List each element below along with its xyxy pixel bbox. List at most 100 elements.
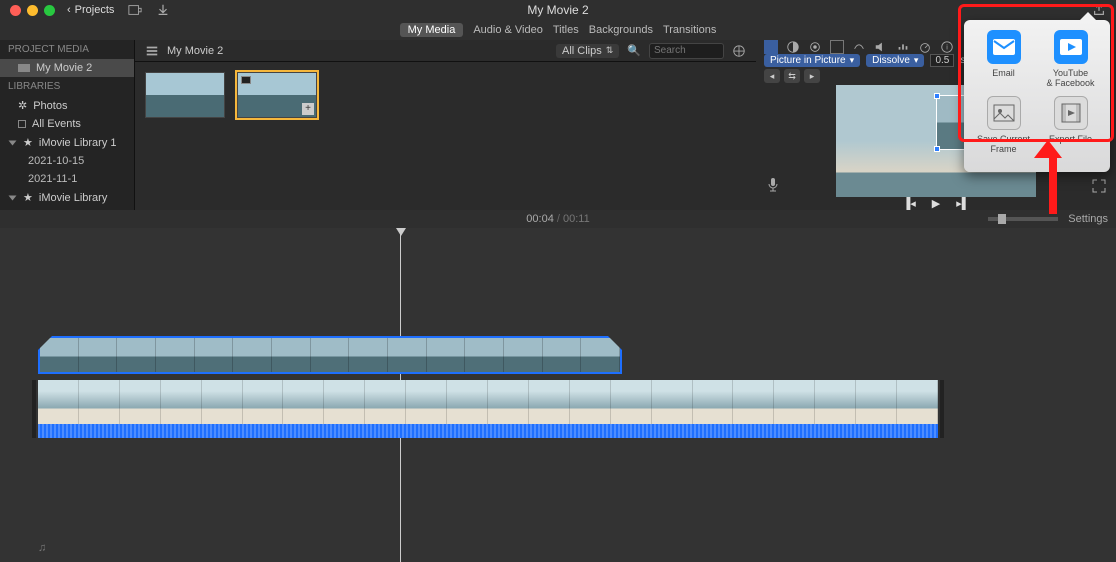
zoom-handle[interactable] [998,214,1006,224]
next-button[interactable]: ▸▌ [956,197,969,210]
timecode-display: 00:04 / 00:11 [526,213,589,225]
sidebar-event-item[interactable]: 2021-10-15 [0,152,134,170]
youtube-icon [1054,30,1088,64]
save-frame-icon [987,96,1021,130]
sidebar-item-photos[interactable]: ✲ Photos [0,96,134,115]
events-icon [18,120,26,128]
list-view-icon[interactable] [145,44,159,58]
timeline[interactable]: ♫ [0,228,1116,562]
export-file-icon [1054,96,1088,130]
sidebar-item-all-events[interactable]: All Events [0,115,134,133]
share-item-label: YouTube [1040,68,1102,78]
transition-dropdown[interactable]: Dissolve▾ [866,54,924,67]
crop-button[interactable] [830,40,844,54]
overlay-tool-button[interactable] [764,40,778,54]
search-icon: 🔍 [627,44,641,57]
minimize-window-button[interactable] [27,5,38,16]
volume-button[interactable] [874,40,888,54]
resize-handle[interactable] [934,146,940,152]
close-window-button[interactable] [10,5,21,16]
settings-button[interactable]: Settings [1068,213,1108,225]
sidebar-event-item[interactable]: 2021-11-1 [0,170,134,188]
tab-transitions[interactable]: Transitions [663,24,716,36]
play-button[interactable]: ▶ [932,197,940,210]
noise-reduce-button[interactable] [896,40,910,54]
main-clip[interactable] [38,380,938,438]
media-tabs: My Media Audio & Video Titles Background… [0,20,1116,40]
download-button[interactable] [156,3,170,17]
sidebar: PROJECT MEDIA My Movie 2 LIBRARIES ✲ Pho… [0,40,135,210]
sidebar-item-label: iMovie Library [39,192,107,204]
clip-appearance-button[interactable] [732,44,746,58]
search-input[interactable] [649,43,724,59]
tab-audio-video[interactable]: Audio & Video [473,24,543,36]
sidebar-heading-libraries: LIBRARIES [0,77,134,96]
timeline-header: 00:04 / 00:11 Settings [0,210,1116,228]
share-item-label: Export File [1040,134,1102,144]
pip-clip[interactable] [38,336,622,374]
sidebar-item-label: My Movie 2 [36,62,92,74]
prev-button[interactable]: ▐◂ [902,197,915,210]
duration-field[interactable]: 0.5 [930,54,954,67]
maximize-window-button[interactable] [44,5,55,16]
share-popover: Email YouTube & Facebook Save Current Fr… [964,20,1110,172]
expand-icon [1092,179,1106,193]
music-track-icon: ♫ [38,542,46,554]
projects-back-button[interactable]: ‹ Projects [67,4,114,16]
tab-backgrounds[interactable]: Backgrounds [589,24,653,36]
disclosure-triangle-icon[interactable] [9,140,17,145]
pip-swap-button[interactable]: ⇆ [784,69,800,83]
sidebar-item-label: 2021-10-15 [28,155,84,167]
photos-icon: ✲ [18,99,27,112]
star-icon: ★ [23,191,33,204]
clapper-icon [18,64,30,72]
sidebar-item-project[interactable]: My Movie 2 [0,59,134,77]
window-title: My Movie 2 [527,3,588,17]
projects-label: Projects [75,4,115,16]
sidebar-item-library-1[interactable]: ★ iMovie Library 1 [0,133,134,152]
clip-filter-dropdown[interactable]: All Clips ⇅ [556,44,619,58]
media-clip-thumbnail[interactable]: + [237,72,317,118]
star-icon: ★ [23,136,33,149]
pip-left-button[interactable]: ◂ [764,69,780,83]
media-thumbnails: + [135,62,756,128]
title-bar: ‹ Projects My Movie 2 [0,0,1116,20]
stabilize-button[interactable] [852,40,866,54]
share-item-label: Save Current Frame [973,134,1035,154]
mic-icon [766,177,780,193]
media-clip-thumbnail[interactable] [145,72,225,118]
sidebar-item-library-2[interactable]: ★ iMovie Library [0,188,134,207]
chevron-down-icon: ▾ [850,55,855,66]
voiceover-button[interactable] [766,177,780,193]
tab-titles[interactable]: Titles [553,24,579,36]
browser-toolbar: My Movie 2 All Clips ⇅ 🔍 [135,40,756,62]
color-balance-button[interactable] [786,40,800,54]
overlay-mode-label: Picture in Picture [770,55,846,66]
audio-waveform[interactable] [38,424,938,438]
clip-trim-handle[interactable] [940,380,944,438]
speed-button[interactable] [918,40,932,54]
email-icon [987,30,1021,64]
camera-icon [241,76,251,84]
import-media-button[interactable] [128,3,142,17]
share-save-frame-button[interactable]: Save Current Frame [973,96,1035,154]
transition-label: Dissolve [872,55,910,66]
fullscreen-button[interactable] [1092,179,1106,193]
color-correct-button[interactable] [808,40,822,54]
sidebar-item-label: Photos [33,100,67,112]
overlay-mode-dropdown[interactable]: Picture in Picture ▾ [764,54,860,67]
share-item-sublabel: & Facebook [1040,78,1102,88]
transport-controls: ▐◂ ▶ ▸▌ [756,197,1116,210]
clip-trim-handle[interactable] [32,380,36,438]
resize-handle[interactable] [934,93,940,99]
share-youtube-facebook-button[interactable]: YouTube & Facebook [1040,30,1102,88]
disclosure-triangle-icon[interactable] [9,195,17,200]
tab-my-media[interactable]: My Media [400,23,464,37]
zoom-slider[interactable] [988,217,1058,221]
share-email-button[interactable]: Email [973,30,1035,88]
add-to-timeline-button[interactable]: + [302,103,314,115]
pip-right-button[interactable]: ▸ [804,69,820,83]
info-button[interactable]: i [940,40,954,54]
share-export-file-button[interactable]: Export File [1040,96,1102,154]
import-icon [128,3,142,17]
